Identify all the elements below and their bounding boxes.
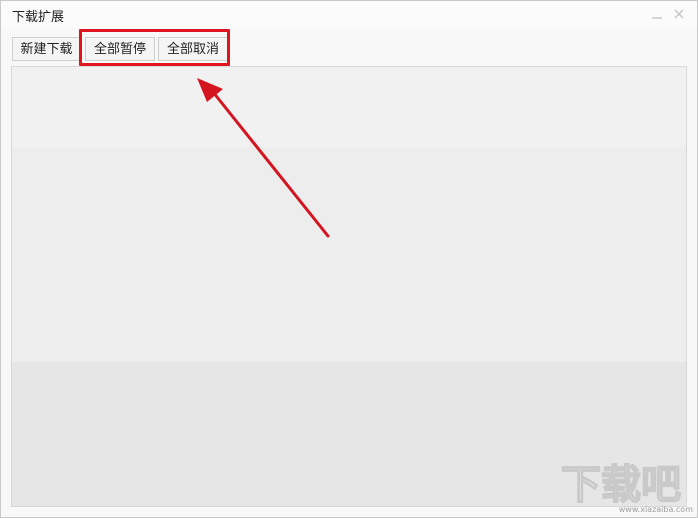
download-list-panel[interactable] [11,66,687,507]
download-extension-window: 下载扩展 新建下载 全部暂停 全部取消 [0,0,698,518]
watermark-url: www.xiazaiba.com [618,505,693,514]
window-title: 下载扩展 [12,10,65,25]
title-bar[interactable]: 下载扩展 [1,1,697,29]
xiazaiba-logo-icon: 下载吧 [560,461,682,509]
close-icon[interactable] [671,7,687,23]
minimize-icon[interactable] [649,7,665,23]
watermark-logo: 下载吧 www.xiazaiba.com [557,458,697,516]
highlight-box [79,29,230,66]
annotation-arrow [197,78,330,238]
watermark-logo-text: 下载吧 [561,462,681,506]
new-download-button[interactable]: 新建下载 [12,37,81,61]
